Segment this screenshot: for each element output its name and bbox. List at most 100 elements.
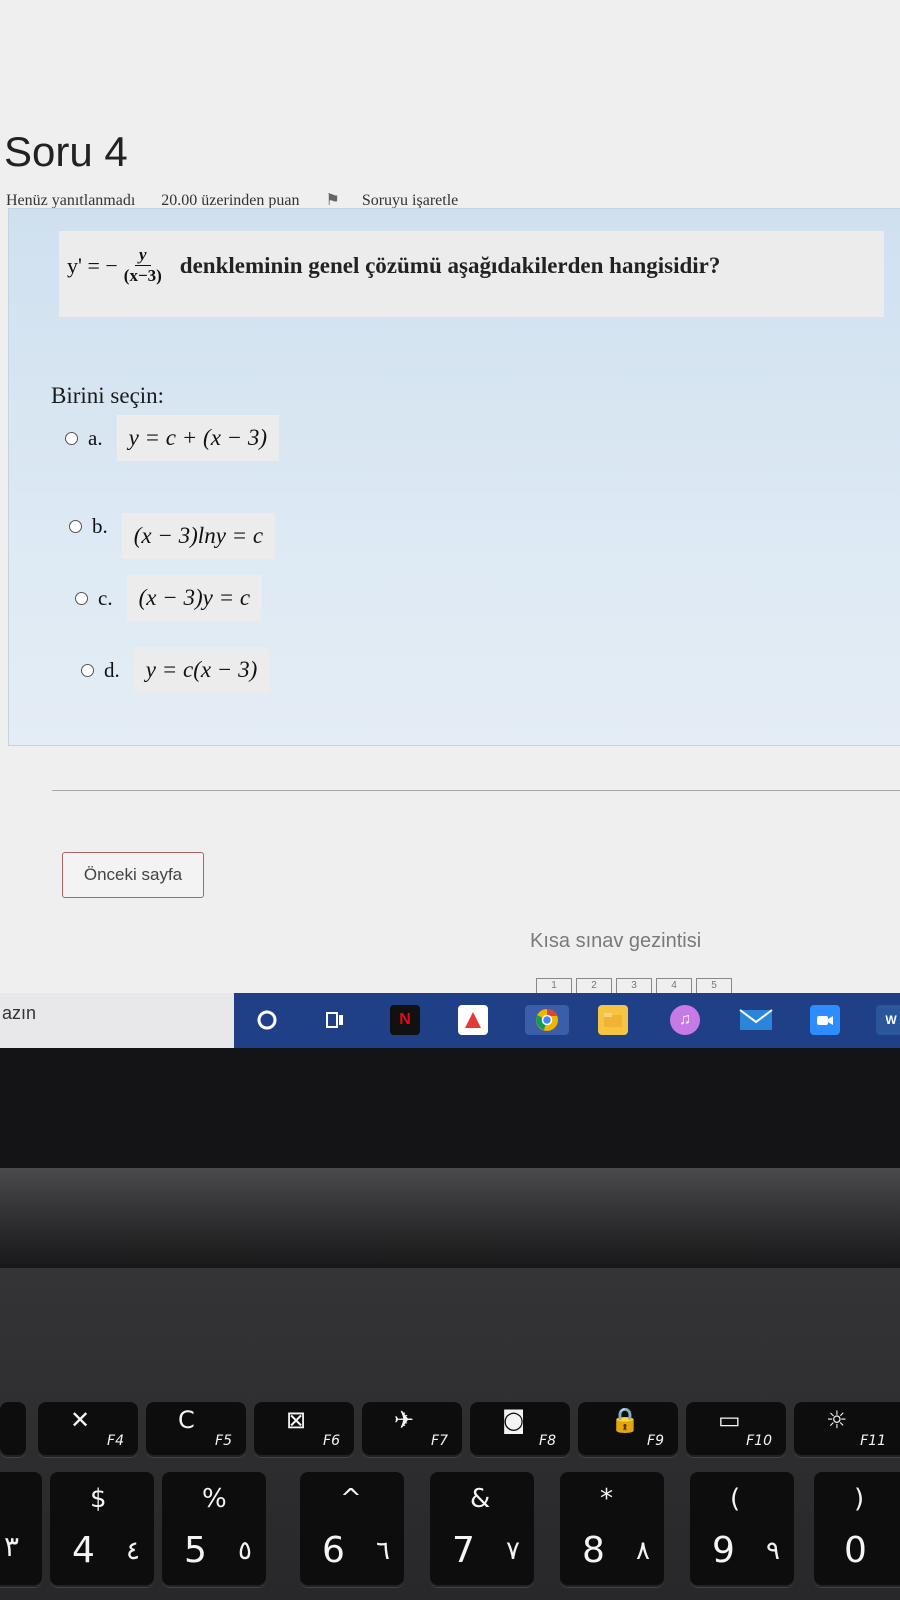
option-c[interactable]: c. (x − 3)y = c xyxy=(75,575,263,621)
key-f6[interactable]: ⊠ F6 xyxy=(254,1402,354,1457)
key-9[interactable]: (9 ٩ xyxy=(690,1472,794,1587)
refresh-icon: C xyxy=(178,1406,195,1434)
key-lower: 9 xyxy=(712,1530,735,1571)
key-f11[interactable]: ☼ F11 xyxy=(794,1402,900,1457)
radio-option-c[interactable] xyxy=(75,591,88,605)
radio-option-d[interactable] xyxy=(81,663,94,677)
fraction-denominator: (x−3) xyxy=(123,266,162,285)
nav-page-5[interactable]: 5 xyxy=(696,978,732,994)
key-label: F6 xyxy=(323,1433,340,1449)
key-f4[interactable]: ✕ F4 xyxy=(38,1402,138,1457)
word-icon[interactable]: W xyxy=(876,1005,900,1035)
key-6[interactable]: ^ 6 ٦ xyxy=(300,1472,404,1587)
lock-icon: 🔒 xyxy=(610,1406,640,1434)
question-meta: Henüz yanıtlanmadı 20.00 üzerinden puan … xyxy=(6,190,502,210)
taskbar: azın N ♫ W xyxy=(0,993,900,1048)
stem-equation: y' = − y (x−3) denkleminin genel çözümü … xyxy=(67,245,720,286)
itunes-icon[interactable]: ♫ xyxy=(670,1005,700,1035)
task-view-icon[interactable] xyxy=(320,1005,350,1035)
stem-fraction: y (x−3) xyxy=(122,245,164,286)
key-upper: ( xyxy=(730,1484,741,1514)
app-a-icon[interactable] xyxy=(458,1005,488,1035)
key-alt: ٦ xyxy=(376,1536,390,1566)
netflix-icon[interactable]: N xyxy=(390,1005,420,1035)
key-f8[interactable]: ◙ F8 xyxy=(470,1402,570,1457)
mail-icon[interactable] xyxy=(738,1005,774,1035)
nav-page-3[interactable]: 3 xyxy=(616,978,652,994)
quiz-navigation-heading: Kısa sınav gezintisi xyxy=(530,930,702,952)
choose-one-label: Birini seçin: xyxy=(51,383,165,408)
key-label: F10 xyxy=(746,1433,772,1449)
key-3-partial[interactable]: ٣ xyxy=(0,1472,42,1587)
airplane-icon: ✈ xyxy=(394,1406,415,1434)
key-label: F7 xyxy=(431,1433,448,1449)
option-text: y = c + (x − 3) xyxy=(116,415,280,461)
key-lower: 4 xyxy=(72,1530,95,1571)
key-label: F11 xyxy=(860,1433,886,1449)
key-alt: ٤ xyxy=(126,1536,140,1566)
touchpad-icon: ⊠ xyxy=(286,1406,307,1434)
stem-lhs: y' = − xyxy=(67,252,118,278)
file-explorer-icon[interactable] xyxy=(598,1005,628,1035)
key-alt-partial: ٣ xyxy=(4,1530,20,1563)
zoom-icon[interactable] xyxy=(810,1005,840,1035)
key-lower: 5 xyxy=(184,1530,207,1571)
key-8[interactable]: * 8 ٨ xyxy=(560,1472,664,1587)
flag-icon: ⚑ xyxy=(325,192,340,209)
question-title: Soru 4 xyxy=(4,128,128,175)
key-f10[interactable]: ▭ F10 xyxy=(686,1402,786,1457)
question-stem: y' = − y (x−3) denkleminin genel çözümü … xyxy=(59,231,884,317)
key-4[interactable]: $4 ٤ xyxy=(50,1472,154,1587)
cortana-icon[interactable] xyxy=(252,1005,282,1035)
key-lower: 0 xyxy=(844,1530,867,1571)
answer-status: Henüz yanıtlanmadı xyxy=(6,192,136,209)
key-f5[interactable]: C F5 xyxy=(146,1402,246,1457)
key-f7[interactable]: ✈ F7 xyxy=(362,1402,462,1457)
key-label: F8 xyxy=(539,1433,556,1449)
key-upper: % xyxy=(202,1484,227,1514)
option-letter: c. xyxy=(98,585,113,610)
option-b[interactable]: b. (x − 3)lny = c xyxy=(69,493,276,559)
browser-screen: Soru 4 Henüz yanıtlanmadı 20.00 üzerinde… xyxy=(0,0,900,1048)
key-lower: 7 xyxy=(452,1530,475,1571)
display-switch-icon: ▭ xyxy=(718,1406,741,1434)
taskbar-search[interactable]: azın xyxy=(0,993,234,1048)
key-7[interactable]: & 7 ٧ xyxy=(430,1472,534,1587)
key-0[interactable]: ) 0 xyxy=(814,1472,900,1587)
laptop-hinge xyxy=(0,1168,900,1268)
key-5[interactable]: % 5 ٥ xyxy=(162,1472,266,1587)
nav-page-2[interactable]: 2 xyxy=(576,978,612,994)
key-upper: ) xyxy=(854,1484,865,1514)
fraction-numerator: y xyxy=(135,245,151,266)
key-alt: ٨ xyxy=(636,1536,650,1566)
key-lower: 8 xyxy=(582,1530,605,1571)
stem-text: denkleminin genel çözümü aşağıdakilerden… xyxy=(179,252,721,278)
key-alt: ٩ xyxy=(766,1536,780,1566)
option-letter: b. xyxy=(92,513,108,538)
previous-page-button[interactable]: Önceki sayfa xyxy=(62,852,204,898)
chrome-icon[interactable] xyxy=(525,1005,569,1035)
option-letter: d. xyxy=(104,657,120,682)
option-d[interactable]: d. y = c(x − 3) xyxy=(81,647,270,693)
key-lower: 6 xyxy=(322,1530,345,1571)
points-info: 20.00 üzerinden puan xyxy=(161,192,300,209)
key-f9[interactable]: 🔒 F9 xyxy=(578,1402,678,1457)
key-upper: * xyxy=(600,1484,613,1514)
radio-option-b[interactable] xyxy=(69,519,82,533)
key-upper: $ xyxy=(90,1484,107,1514)
option-a[interactable]: a. y = c + (x − 3) xyxy=(65,415,280,461)
radio-option-a[interactable] xyxy=(65,431,78,445)
flag-question-link[interactable]: ⚑ Soruyu işaretle xyxy=(325,192,480,209)
key-upper: & xyxy=(470,1484,491,1514)
option-letter: a. xyxy=(88,425,103,450)
nav-page-1[interactable]: 1 xyxy=(536,978,572,994)
nav-page-4[interactable]: 4 xyxy=(656,978,692,994)
key-f3-partial[interactable] xyxy=(0,1402,26,1457)
key-alt: ٥ xyxy=(238,1536,252,1566)
key-upper: ^ xyxy=(340,1484,362,1514)
divider xyxy=(52,790,900,791)
key-label: F9 xyxy=(647,1433,664,1449)
camera-off-icon: ◙ xyxy=(502,1406,526,1434)
option-text: y = c(x − 3) xyxy=(133,647,270,693)
flag-label: Soruyu işaretle xyxy=(361,192,459,209)
